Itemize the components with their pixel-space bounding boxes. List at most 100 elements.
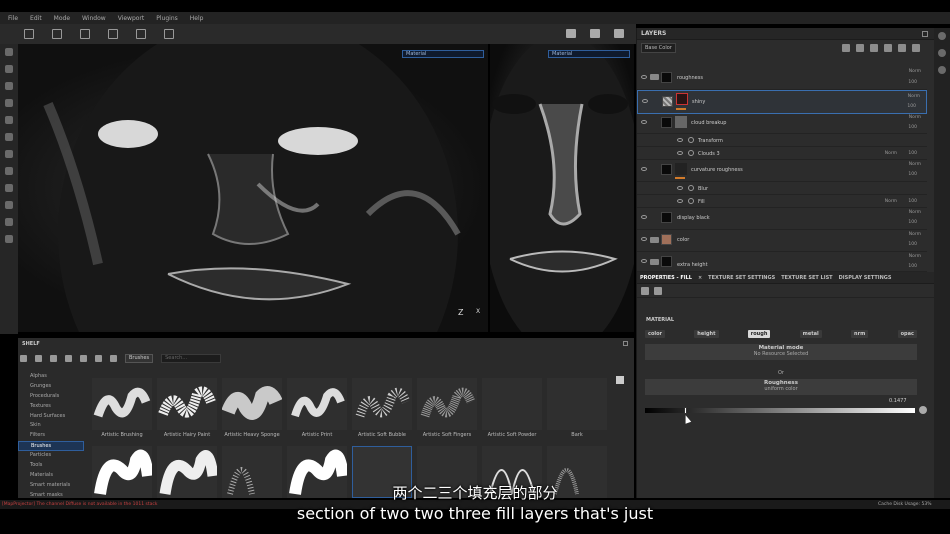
blend-mode[interactable]: Norm <box>909 232 921 237</box>
grid-icon[interactable] <box>24 29 34 39</box>
render-tool-icon[interactable] <box>5 235 13 243</box>
export-icon[interactable] <box>5 201 13 209</box>
channel-toggle-height[interactable]: height <box>694 330 719 338</box>
channel-toggle-color[interactable]: color <box>645 330 666 338</box>
eye-icon[interactable] <box>641 75 647 79</box>
layer-opacity[interactable]: 100 <box>908 125 917 130</box>
eye-icon[interactable] <box>642 99 648 103</box>
channel-toggle-nrm[interactable]: nrm <box>851 330 869 338</box>
channel-toggle-metal[interactable]: metal <box>799 330 822 338</box>
category-item[interactable]: Hard Surfaces <box>18 412 84 422</box>
layer-opacity[interactable]: 100 <box>908 172 917 177</box>
menu-edit[interactable]: Edit <box>30 15 42 22</box>
tab-display-settings[interactable]: DISPLAY SETTINGS <box>839 275 892 281</box>
eye-icon[interactable] <box>641 237 647 241</box>
bake-tool-icon[interactable] <box>5 184 13 192</box>
eye-icon[interactable] <box>641 120 647 124</box>
viewport-2d[interactable]: Material <box>490 44 634 332</box>
add-fill-layer-icon[interactable] <box>870 44 878 52</box>
mask-icon[interactable] <box>676 93 688 105</box>
eye-icon[interactable] <box>641 215 647 219</box>
layer-opacity[interactable]: 100 <box>908 80 917 85</box>
brush-item[interactable]: Artistic Soft Fingers <box>415 376 479 438</box>
person-icon[interactable] <box>108 29 118 39</box>
material-mode-button[interactable]: Material mode No Resource Selected <box>645 344 917 360</box>
brush-item[interactable]: Artistic Soft Bubble <box>350 376 414 438</box>
roughness-button[interactable]: Roughness uniform color <box>645 379 917 395</box>
photoshop-icon[interactable] <box>5 218 13 226</box>
blend-mode[interactable]: Norm <box>909 162 921 167</box>
layers-panel-icon[interactable] <box>938 32 946 40</box>
slider-handle[interactable] <box>683 407 687 414</box>
paint-brush-icon[interactable] <box>5 48 13 56</box>
effect-blur[interactable]: Blur <box>637 182 927 195</box>
tab-properties-fill[interactable]: PROPERTIES - FILL <box>640 275 692 281</box>
tab-texture-set-settings[interactable]: TEXTURE SET SETTINGS <box>708 275 775 281</box>
menu-mode[interactable]: Mode <box>54 15 70 22</box>
menu-viewport[interactable]: Viewport <box>118 15 145 22</box>
category-item[interactable]: Textures <box>18 402 84 412</box>
eye-icon[interactable] <box>641 167 647 171</box>
brush-item[interactable]: Bark <box>545 376 609 438</box>
eye-icon[interactable] <box>677 138 683 142</box>
category-item[interactable]: Grunges <box>18 382 84 392</box>
add-folder-icon[interactable] <box>898 44 906 52</box>
blend-mode[interactable]: Norm <box>885 151 897 156</box>
menu-window[interactable]: Window <box>82 15 106 22</box>
eraser-icon[interactable] <box>5 65 13 73</box>
viewport-material-select[interactable]: Material <box>402 50 484 58</box>
roughness-slider[interactable] <box>645 407 915 414</box>
category-item[interactable]: Skin <box>18 421 84 431</box>
category-item[interactable]: Particles <box>18 451 84 461</box>
properties-panel-icon[interactable] <box>938 66 946 74</box>
brush-item[interactable]: Artistic Print <box>285 376 349 438</box>
category-item[interactable]: Materials <box>18 471 84 481</box>
filter-chip[interactable]: Brushes <box>125 353 154 363</box>
add-layer-icon[interactable] <box>884 44 892 52</box>
blend-mode[interactable]: Norm <box>909 210 921 215</box>
hide-icon[interactable] <box>65 354 72 362</box>
effect-fill[interactable]: Fill Norm 100 <box>637 195 927 208</box>
channel-toggle-opac[interactable]: opac <box>897 330 917 338</box>
circle-icon[interactable] <box>110 354 117 362</box>
video-icon[interactable] <box>614 29 624 38</box>
eye-icon[interactable] <box>677 186 683 190</box>
layer-opacity[interactable]: 100 <box>908 264 917 269</box>
add-mask-icon[interactable] <box>856 44 864 52</box>
category-item[interactable]: Procedurals <box>18 392 84 402</box>
brush-item[interactable]: Artistic Soft Powder <box>480 376 544 438</box>
blend-mode[interactable]: Norm <box>908 94 920 99</box>
bake-icon[interactable] <box>136 29 146 39</box>
settings-icon[interactable] <box>164 29 174 39</box>
category-item-active[interactable]: Brushes <box>18 441 84 452</box>
menu-file[interactable]: File <box>8 15 18 22</box>
mask-thumbnail[interactable] <box>675 116 687 128</box>
layer-opacity[interactable]: 100 <box>907 104 916 109</box>
layer-cloud-breakup[interactable]: cloud breakup Norm 100 <box>637 114 927 134</box>
mask-thumbnail[interactable] <box>675 163 687 175</box>
layer-color[interactable]: color Norm 100 <box>637 230 927 252</box>
effect-opacity[interactable]: 100 <box>908 151 917 156</box>
export-icon[interactable] <box>80 354 87 362</box>
close-tab-icon[interactable]: × <box>698 275 702 281</box>
picker-icon[interactable] <box>5 150 13 158</box>
folder-icon[interactable] <box>20 354 27 362</box>
measure-icon[interactable] <box>5 167 13 175</box>
cube-icon[interactable] <box>590 29 600 38</box>
clone-icon[interactable] <box>5 133 13 141</box>
symmetry-icon[interactable] <box>80 29 90 39</box>
category-item[interactable]: Alphas <box>18 372 84 382</box>
blend-mode[interactable]: Norm <box>909 115 921 120</box>
search-input[interactable]: Search... <box>161 353 222 363</box>
channel-select[interactable]: Base Color <box>641 43 676 53</box>
delete-icon[interactable] <box>912 44 920 52</box>
menu-plugins[interactable]: Plugins <box>156 15 178 22</box>
projection-icon[interactable] <box>5 82 13 90</box>
close-icon[interactable] <box>623 341 628 346</box>
eye-icon[interactable] <box>677 151 683 155</box>
layer-opacity[interactable]: 100 <box>908 242 917 247</box>
render-icon[interactable] <box>566 29 576 38</box>
uv-grid-icon[interactable] <box>52 29 62 39</box>
add-effect-icon[interactable] <box>842 44 850 52</box>
brush-item[interactable]: Artistic Brushing <box>90 376 154 438</box>
